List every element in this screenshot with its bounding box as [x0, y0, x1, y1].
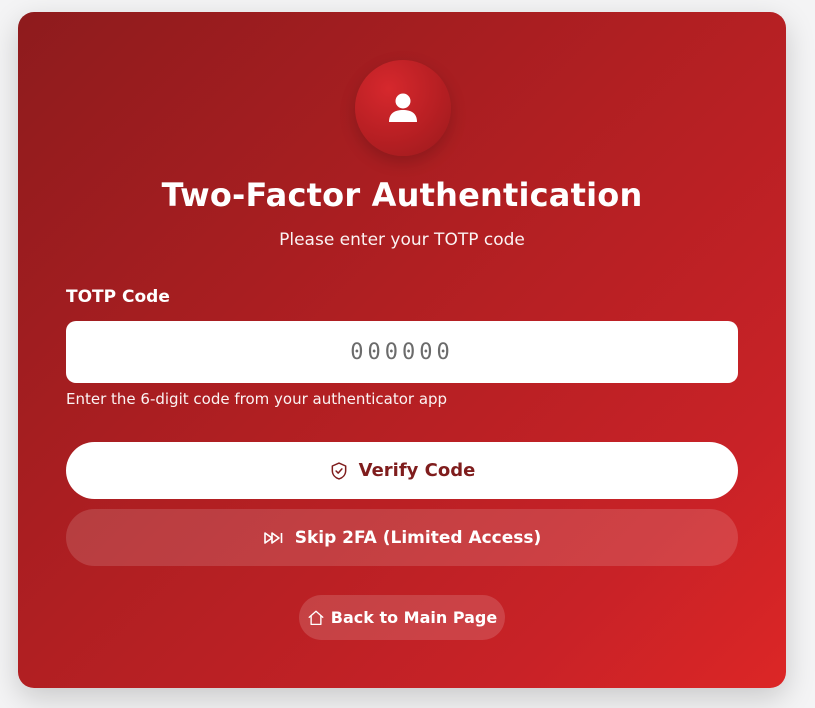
skip-2fa-button[interactable]: Skip 2FA (Limited Access)	[66, 509, 738, 566]
verify-code-button[interactable]: Verify Code	[66, 442, 738, 499]
verify-code-label: Verify Code	[358, 460, 476, 481]
totp-code-label: TOTP Code	[66, 287, 170, 307]
page-title: Two-Factor Authentication	[161, 176, 643, 214]
user-icon	[383, 88, 423, 128]
fast-forward-icon	[263, 530, 285, 546]
avatar	[355, 60, 451, 156]
back-to-main-button[interactable]: Back to Main Page	[299, 595, 505, 640]
totp-help-text: Enter the 6-digit code from your authent…	[66, 390, 448, 408]
totp-code-input[interactable]	[66, 321, 738, 383]
shield-check-icon	[329, 461, 349, 481]
home-icon	[307, 609, 325, 627]
page-subtitle: Please enter your TOTP code	[279, 230, 525, 250]
back-to-main-label: Back to Main Page	[330, 608, 498, 627]
skip-2fa-label: Skip 2FA (Limited Access)	[294, 527, 542, 548]
two-factor-card: Two-Factor Authentication Please enter y…	[18, 12, 786, 688]
